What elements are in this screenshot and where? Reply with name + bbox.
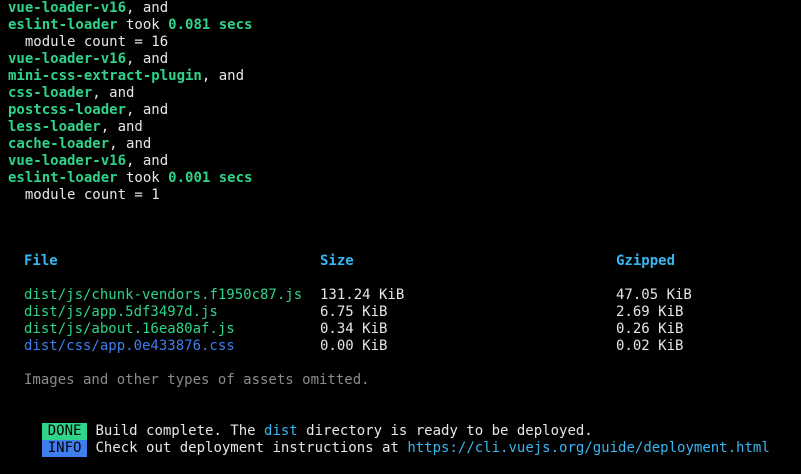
log-segment: vue-loader-v16 bbox=[8, 153, 127, 169]
log-segment: , and bbox=[109, 136, 152, 152]
log-segment: css-loader bbox=[8, 85, 93, 101]
deployment-docs-link[interactable]: https://cli.vuejs.org/guide/deployment.h… bbox=[407, 440, 769, 456]
cell-file: dist/css/app.0e433876.css bbox=[24, 338, 235, 354]
cell-gzipped: 0.02 KiB bbox=[616, 338, 684, 354]
log-line: css-loader, and bbox=[8, 85, 134, 102]
cell-file: dist/js/app.5df3497d.js bbox=[24, 304, 218, 320]
column-header-gzipped: Gzipped bbox=[616, 253, 676, 269]
log-line: vue-loader-v16, and bbox=[8, 153, 168, 170]
info-badge: INFO bbox=[41, 440, 88, 457]
cell-gzipped: 47.05 KiB bbox=[616, 287, 692, 303]
log-segment: module count = 1 bbox=[8, 187, 160, 203]
log-line: eslint-loader took 0.081 secs bbox=[8, 17, 252, 34]
cell-gzipped: 0.26 KiB bbox=[616, 321, 684, 337]
log-segment: , and bbox=[92, 85, 135, 101]
log-line: eslint-loader took 0.001 secs bbox=[8, 170, 252, 187]
log-line: module count = 16 bbox=[8, 34, 168, 51]
log-segment: mini-css-extract-plugin bbox=[8, 68, 202, 84]
log-segment: cache-loader bbox=[8, 136, 110, 152]
log-segment: , and bbox=[126, 51, 169, 67]
cell-gzipped: 2.69 KiB bbox=[616, 304, 684, 320]
column-header-size: Size bbox=[320, 253, 354, 269]
log-line: mini-css-extract-plugin, and bbox=[8, 68, 244, 85]
log-segment: less-loader bbox=[8, 119, 101, 135]
log-line: cache-loader, and bbox=[8, 136, 151, 153]
terminal-window[interactable]: vue-loader-v16, and eslint-loader took 0.… bbox=[0, 0, 801, 461]
cell-file: dist/js/chunk-vendors.f1950c87.js bbox=[24, 287, 303, 303]
log-segment: vue-loader-v16 bbox=[8, 51, 127, 67]
log-segment: , and bbox=[100, 119, 143, 135]
log-line: postcss-loader, and bbox=[8, 102, 168, 119]
log-segment: , and bbox=[126, 0, 169, 16]
log-segment: , and bbox=[126, 153, 169, 169]
log-segment: 0.081 secs bbox=[168, 17, 253, 33]
info-text: Check out deployment instructions at bbox=[95, 440, 408, 456]
done-line: DONE Build complete. The dist directory i… bbox=[8, 406, 593, 440]
log-segment: took bbox=[117, 170, 169, 186]
log-segment: eslint-loader bbox=[8, 170, 118, 186]
log-segment: postcss-loader bbox=[8, 102, 127, 118]
log-line: module count = 1 bbox=[8, 187, 160, 204]
log-line: vue-loader-v16, and bbox=[8, 51, 168, 68]
cell-size: 0.34 KiB bbox=[320, 321, 388, 337]
log-line: vue-loader-v16, and bbox=[8, 0, 168, 17]
log-segment: module count = 16 bbox=[8, 34, 169, 50]
assets-footnote: Images and other types of assets omitted… bbox=[24, 372, 370, 388]
info-line: INFO Check out deployment instructions at… bbox=[8, 423, 770, 457]
log-line: less-loader, and bbox=[8, 119, 143, 136]
cell-size: 131.24 KiB bbox=[320, 287, 405, 303]
cell-size: 6.75 KiB bbox=[320, 304, 388, 320]
cell-file: dist/js/about.16ea80af.js bbox=[24, 321, 235, 337]
log-segment: , and bbox=[126, 102, 169, 118]
log-segment: , and bbox=[201, 68, 245, 84]
log-segment: took bbox=[117, 17, 169, 33]
log-segment: eslint-loader bbox=[8, 17, 118, 33]
log-segment: vue-loader-v16 bbox=[8, 0, 127, 16]
log-segment: 0.001 secs bbox=[168, 170, 253, 186]
column-header-file: File bbox=[24, 253, 58, 269]
cell-size: 0.00 KiB bbox=[320, 338, 388, 354]
